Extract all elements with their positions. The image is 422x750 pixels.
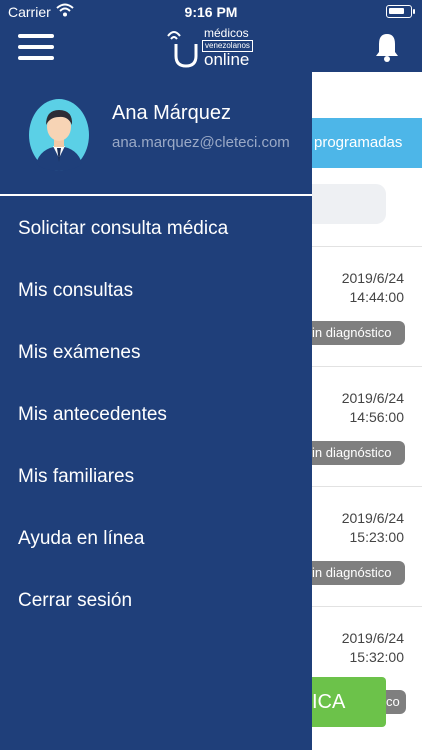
item-time: 14:44:00: [349, 289, 405, 305]
menu-item-cerrar-sesion[interactable]: Cerrar sesión: [0, 570, 312, 632]
user-email: ana.marquez@cleteci.com: [112, 134, 290, 151]
item-datetime: 2019/6/24 15:32:00: [342, 629, 404, 667]
item-time: 14:56:00: [349, 409, 405, 425]
item-time: 15:32:00: [349, 649, 405, 665]
menu-item-ayuda-en-linea[interactable]: Ayuda en línea: [0, 508, 312, 570]
status-badge: in diagnóstico: [300, 441, 405, 465]
status-badge: in diagnóstico: [300, 561, 405, 585]
tab-programadas[interactable]: programadas: [300, 118, 422, 168]
item-time: 15:23:00: [349, 529, 405, 545]
menu-item-mis-familiares[interactable]: Mis familiares: [0, 446, 312, 508]
item-datetime: 2019/6/24 14:44:00: [342, 269, 404, 307]
menu-item-mis-consultas[interactable]: Mis consultas: [0, 260, 312, 322]
list-item[interactable]: 2019/6/24 14:44:00 in diagnóstico: [300, 246, 422, 366]
item-datetime: 2019/6/24 14:56:00: [342, 389, 404, 427]
menu-bar-icon: [18, 34, 54, 38]
item-datetime: 2019/6/24 15:23:00: [342, 509, 404, 547]
notifications-button[interactable]: [374, 32, 400, 67]
item-date: 2019/6/24: [341, 510, 404, 526]
item-date: 2019/6/24: [341, 630, 404, 646]
logo-text-medicos: médicos: [204, 26, 249, 40]
item-date: 2019/6/24: [341, 390, 404, 406]
top-navbar: médicos venezolanos online: [0, 24, 422, 72]
profile-header: Ana Márquez ana.marquez@cleteci.com: [0, 72, 312, 196]
app-logo: médicos venezolanos online: [164, 26, 264, 70]
status-badge: co: [386, 690, 406, 714]
user-name: Ana Márquez: [112, 102, 231, 124]
item-date: 2019/6/24: [341, 270, 404, 286]
list-item[interactable]: 2019/6/24 14:56:00 in diagnóstico: [300, 366, 422, 486]
menu-item-mis-antecedentes[interactable]: Mis antecedentes: [0, 384, 312, 446]
clock: 9:16 PM: [184, 4, 238, 20]
drawer-menu: Solicitar consulta médica Mis consultas …: [0, 198, 312, 632]
menu-item-mis-examenes[interactable]: Mis exámenes: [0, 322, 312, 384]
list-item[interactable]: 2019/6/24 15:23:00 in diagnóstico: [300, 486, 422, 606]
battery-icon: [386, 5, 415, 18]
bell-icon: [376, 34, 398, 62]
menu-item-solicitar-consulta[interactable]: Solicitar consulta médica: [0, 198, 312, 260]
status-bar: Carrier 9:16 PM: [0, 0, 422, 24]
avatar: [28, 98, 90, 172]
status-badge: in diagnóstico: [300, 321, 405, 345]
menu-bar-icon: [18, 45, 54, 49]
menu-button[interactable]: [18, 34, 54, 62]
user-avatar-icon: [29, 99, 89, 171]
logo-text-online: online: [204, 50, 250, 69]
side-drawer: Ana Márquez ana.marquez@cleteci.com Soli…: [0, 72, 312, 750]
stethoscope-icon: [167, 31, 198, 68]
menu-bar-icon: [18, 56, 54, 60]
